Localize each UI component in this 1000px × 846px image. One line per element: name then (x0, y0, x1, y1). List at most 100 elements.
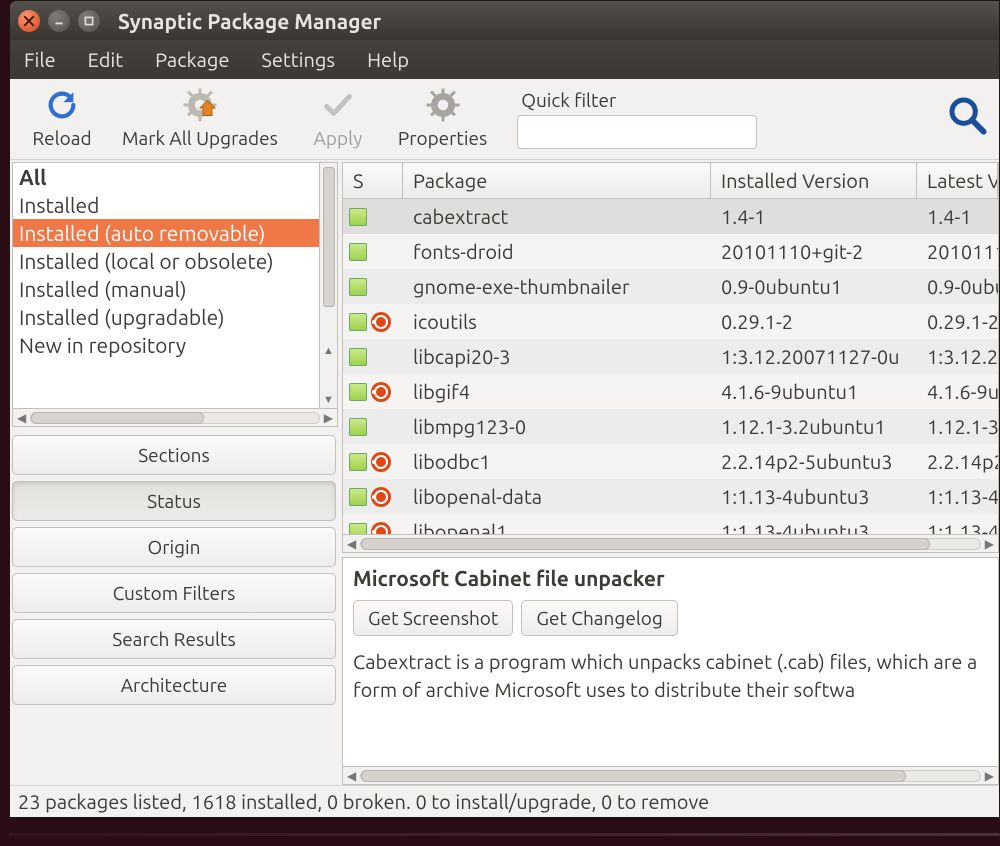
title-bar[interactable]: Synaptic Package Manager (10, 1, 999, 40)
menu-package[interactable]: Package (153, 44, 231, 75)
header-s[interactable]: S (343, 163, 403, 198)
status-cell[interactable] (343, 382, 403, 402)
status-cell[interactable] (343, 522, 403, 535)
table-horizontal-scrollbar[interactable]: ◀ ▶ (342, 535, 999, 553)
latest-version: 2010111 (917, 240, 998, 263)
reload-button[interactable]: Reload (22, 85, 102, 149)
table-row[interactable]: fonts-droid20101110+git-22010111 (343, 234, 998, 269)
search-button[interactable] (947, 95, 987, 139)
scroll-left-icon[interactable]: ◀ (347, 537, 356, 551)
get-changelog-button[interactable]: Get Changelog (521, 600, 677, 636)
menu-edit[interactable]: Edit (86, 44, 125, 75)
get-screenshot-button[interactable]: Get Screenshot (353, 600, 513, 636)
description-pane: Microsoft Cabinet file unpacker Get Scre… (342, 557, 999, 767)
latest-version: 1:1.13-4 (917, 520, 998, 534)
toolbar: Reload Mark All Upgrades Apply (10, 79, 999, 160)
close-icon[interactable] (18, 10, 40, 32)
left-panel: AllInstalledInstalled (auto removable)In… (12, 162, 338, 785)
package-checkbox[interactable] (349, 453, 367, 471)
status-button[interactable]: Status (12, 481, 336, 521)
filter-item[interactable]: Installed (manual) (13, 275, 319, 303)
installed-version: 0.9-0ubuntu1 (711, 275, 917, 298)
desktop-divider (9, 833, 1000, 836)
sections-button[interactable]: Sections (12, 435, 336, 475)
header-latest-version[interactable]: Latest V (917, 163, 998, 198)
table-row[interactable]: libgif44.1.6-9ubuntu14.1.6-9u (343, 374, 998, 409)
menu-help[interactable]: Help (365, 44, 411, 75)
table-row[interactable]: libcapi20-31:3.12.20071127-0u1:3.12.2 (343, 339, 998, 374)
scroll-right-icon[interactable]: ▶ (324, 411, 333, 425)
package-checkbox[interactable] (349, 278, 367, 296)
status-cell[interactable] (343, 278, 403, 296)
quick-filter-input[interactable] (517, 115, 757, 149)
maximize-icon[interactable] (78, 10, 100, 32)
status-cell[interactable] (343, 243, 403, 261)
search-results-button[interactable]: Search Results (12, 619, 336, 659)
package-checkbox[interactable] (349, 208, 367, 226)
status-cell[interactable] (343, 487, 403, 507)
table-row[interactable]: cabextract1.4-11.4-1 (343, 199, 998, 234)
ubuntu-icon (371, 522, 391, 535)
latest-version: 0.9-0ubu (917, 275, 998, 298)
origin-button[interactable]: Origin (12, 527, 336, 567)
scroll-down-icon[interactable]: ▼ (323, 394, 334, 406)
scroll-up-icon[interactable]: ▲ (323, 345, 334, 357)
mark-all-label: Mark All Upgrades (122, 127, 278, 149)
filter-item[interactable]: Installed (13, 191, 319, 219)
properties-button[interactable]: Properties (398, 85, 487, 149)
description-text: Cabextract is a program which unpacks ca… (353, 648, 988, 704)
menu-file[interactable]: File (22, 44, 58, 75)
status-cell[interactable] (343, 452, 403, 472)
package-checkbox[interactable] (349, 383, 367, 401)
horizontal-scrollbar[interactable]: ◀ ▶ (12, 409, 338, 427)
mark-all-upgrades-button[interactable]: Mark All Upgrades (122, 85, 278, 149)
status-cell[interactable] (343, 208, 403, 226)
table-row[interactable]: libmpg123-01.12.1-3.2ubuntu11.12.1-3. (343, 409, 998, 444)
installed-version: 20101110+git-2 (711, 240, 917, 263)
scroll-right-icon[interactable]: ▶ (985, 769, 994, 783)
table-row[interactable]: libopenal11:1.13-4ubuntu31:1.13-4 (343, 514, 998, 534)
table-row[interactable]: gnome-exe-thumbnailer0.9-0ubuntu10.9-0ub… (343, 269, 998, 304)
filter-list[interactable]: AllInstalledInstalled (auto removable)In… (12, 162, 338, 409)
package-checkbox[interactable] (349, 348, 367, 366)
installed-version: 1.4-1 (711, 205, 917, 228)
vertical-scrollbar[interactable]: ▲ ▼ (319, 163, 337, 408)
package-table: S Package Installed Version Latest V cab… (342, 162, 999, 535)
menu-settings[interactable]: Settings (259, 44, 337, 75)
status-cell[interactable] (343, 312, 403, 332)
status-cell[interactable] (343, 348, 403, 366)
status-cell[interactable] (343, 418, 403, 436)
filter-item[interactable]: Installed (upgradable) (13, 303, 319, 331)
custom-filters-button[interactable]: Custom Filters (12, 573, 336, 613)
installed-version: 4.1.6-9ubuntu1 (711, 380, 917, 403)
scrollbar-thumb[interactable] (361, 538, 930, 550)
description-horizontal-scrollbar[interactable]: ◀ ▶ (342, 767, 999, 785)
filter-item[interactable]: Installed (auto removable) (13, 219, 319, 247)
latest-version: 1:3.12.2 (917, 345, 998, 368)
reload-icon (42, 85, 82, 125)
package-checkbox[interactable] (349, 488, 367, 506)
package-checkbox[interactable] (349, 523, 367, 535)
filter-item[interactable]: All (13, 163, 319, 191)
right-panel: S Package Installed Version Latest V cab… (342, 162, 999, 785)
scroll-left-icon[interactable]: ◀ (17, 411, 26, 425)
table-row[interactable]: libopenal-data1:1.13-4ubuntu31:1.13-4 (343, 479, 998, 514)
filter-item[interactable]: Installed (local or obsolete) (13, 247, 319, 275)
scroll-left-icon[interactable]: ◀ (347, 769, 356, 783)
scrollbar-thumb[interactable] (31, 412, 204, 424)
header-installed-version[interactable]: Installed Version (711, 163, 917, 198)
ubuntu-icon (371, 487, 391, 507)
scrollbar-thumb[interactable] (361, 770, 905, 782)
package-checkbox[interactable] (349, 418, 367, 436)
minimize-icon[interactable] (48, 10, 70, 32)
scroll-right-icon[interactable]: ▶ (985, 537, 994, 551)
filter-item[interactable]: New in repository (13, 331, 319, 359)
search-icon (947, 95, 987, 135)
table-row[interactable]: icoutils0.29.1-20.29.1-2 (343, 304, 998, 339)
table-row[interactable]: libodbc12.2.14p2-5ubuntu32.2.14p2 (343, 444, 998, 479)
scrollbar-thumb[interactable] (323, 167, 335, 307)
header-package[interactable]: Package (403, 163, 711, 198)
package-checkbox[interactable] (349, 313, 367, 331)
architecture-button[interactable]: Architecture (12, 665, 336, 705)
package-checkbox[interactable] (349, 243, 367, 261)
